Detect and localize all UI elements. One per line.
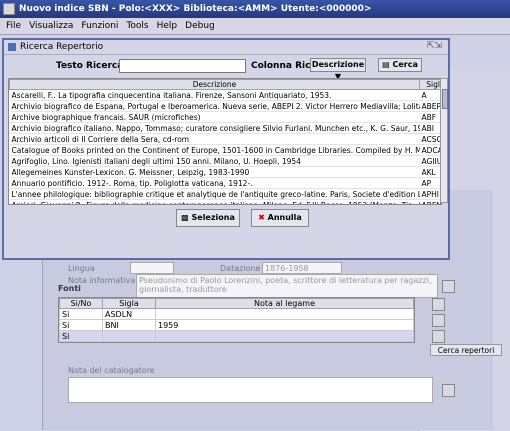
table-row[interactable]: L'annee philologique: bibliographie crit… [9, 188, 441, 200]
table-row[interactable]: Archivio biografico italiano. Nappo, Tom… [9, 122, 441, 134]
table-row[interactable]: Allegemeines Kunster-Lexicon. G. Meissne… [9, 166, 441, 178]
cell-descrizione[interactable]: Catalogue of Books printed on the Contin… [9, 144, 420, 156]
column-select[interactable]: Descrizione ▼ [310, 58, 366, 81]
fonti-table: Si/No Sigla Nota al legame Si ASDLN Si B… [58, 297, 415, 343]
ricerca-repertorio-dialog: Ricerca Repertorio ⇱⇲ Testo Ricerca Colo… [2, 38, 450, 260]
repertorio-table: Descrizione Sigla Ascarelli, F.. La tipo… [8, 78, 442, 205]
menu-debug[interactable]: Debug [185, 21, 215, 31]
scrollbar-thumb[interactable] [442, 89, 448, 109]
table-row[interactable]: Archivio biografico de Espana, Portugal … [9, 100, 441, 112]
search-input[interactable] [119, 59, 246, 73]
fonti-edit-button[interactable] [432, 298, 445, 311]
fonti-label: Fonti [58, 284, 81, 293]
cell-sigla[interactable]: ARFMI [419, 199, 441, 204]
datazione-label: Datazione [220, 264, 261, 273]
cell-descrizione[interactable]: Archive biographique francais. SAUR (mic… [9, 111, 420, 123]
nota-catalogatore-button[interactable] [442, 384, 455, 397]
seleziona-button[interactable]: ▩ Seleziona [176, 209, 240, 227]
nota-catalogatore-label: Nota del catalogatore [68, 366, 155, 375]
cell-sigla[interactable]: A [419, 89, 441, 101]
cell-descrizione[interactable]: Archivio biografico italiano. Nappo, Tom… [9, 122, 420, 134]
window-titlebar: Nuovo indice SBN - Polo:<XXX> Biblioteca… [0, 0, 510, 18]
cell-sigla[interactable]: AGIIU [419, 155, 441, 167]
menu-bar: File Visualizza Funzioni Tools Help Debu… [0, 18, 510, 35]
table-row[interactable]: Catalogue of Books printed on the Contin… [9, 144, 441, 156]
search-icon: ▤ [382, 60, 393, 69]
fonti-cell[interactable]: Si [59, 319, 103, 331]
dialog-buttons: ▩ Seleziona ✖ Annulla [4, 207, 452, 257]
fonti-cell[interactable]: Si [59, 308, 103, 320]
search-label: Testo Ricerca [56, 61, 124, 71]
menu-help[interactable]: Help [157, 21, 178, 31]
column-select-value: Descrizione [311, 60, 365, 69]
window-controls-icon[interactable]: ⇱⇲ [427, 41, 442, 51]
table-row[interactable]: Arcieri, Giovanni P.. Figure della medic… [9, 199, 441, 204]
lingua-label: Lingua [68, 264, 95, 273]
window-title: Nuovo indice SBN - Polo:<XXX> Biblioteca… [19, 4, 372, 14]
search-row: Testo Ricerca Colonna Ricerca Descrizion… [4, 55, 448, 81]
cell-sigla[interactable]: ABEPI [419, 100, 441, 112]
close-icon: ✖ [258, 213, 268, 222]
table-row[interactable]: Agrifoglio, Lino. Igienisti italiani deg… [9, 155, 441, 167]
datazione-field[interactable]: 1876-1958 [262, 262, 342, 274]
cell-descrizione[interactable]: Agrifoglio, Lino. Igienisti italiani deg… [9, 155, 420, 167]
lingua-select[interactable] [130, 262, 174, 274]
seleziona-label: Seleziona [191, 213, 235, 222]
menu-visualizza[interactable]: Visualizza [29, 21, 73, 31]
fonti-cell[interactable]: BNI [102, 319, 156, 331]
fonti-cell[interactable] [102, 330, 156, 342]
cerca-button[interactable]: ▤ Cerca [378, 58, 422, 72]
menu-funzioni[interactable]: Funzioni [81, 21, 118, 31]
annulla-label: Annulla [267, 213, 302, 222]
cell-sigla[interactable]: APHI [419, 188, 441, 200]
cell-sigla[interactable]: ABI [419, 122, 441, 134]
table-scrollbar[interactable] [440, 78, 448, 203]
cell-descrizione[interactable]: Ascarelli, F.. La tipografia cinquecenti… [9, 89, 420, 101]
cell-sigla[interactable]: AP [419, 177, 441, 189]
dialog-icon [8, 43, 16, 51]
dialog-title: Ricerca Repertorio [20, 42, 104, 52]
nota-informativa-field[interactable]: Pseudonimo di Paolo Lorenzini, poeta, sc… [136, 274, 438, 298]
menu-file[interactable]: File [6, 21, 21, 31]
cell-descrizione[interactable]: Allegemeines Kunster-Lexicon. G. Meissne… [9, 166, 420, 178]
fonti-header-sigla[interactable]: Sigla [102, 298, 156, 309]
fonti-header-sino[interactable]: Si/No [59, 298, 103, 309]
cell-sigla[interactable]: ACSCD [419, 133, 441, 145]
cell-descrizione[interactable]: L'annee philologique: bibliographie crit… [9, 188, 420, 200]
app-icon [3, 3, 15, 15]
cell-descrizione[interactable]: Annuario pontificio. 1912-. Roma, tip. P… [9, 177, 420, 189]
dialog-titlebar: Ricerca Repertorio ⇱⇲ [4, 40, 448, 55]
header-descrizione[interactable]: Descrizione [9, 79, 420, 90]
annulla-button[interactable]: ✖ Annulla [251, 209, 309, 227]
fonti-cell[interactable] [155, 308, 414, 320]
cerca-button-label: Cerca [392, 60, 418, 69]
table-row[interactable]: Ascarelli, F.. La tipografia cinquecenti… [9, 89, 441, 101]
fonti-header-nota[interactable]: Nota al legame [155, 298, 414, 309]
fonti-cell[interactable]: ASDLN [102, 308, 156, 320]
table-row[interactable]: Si BNI 1959 [59, 319, 414, 331]
fonti-add-button[interactable] [432, 314, 445, 327]
cell-descrizione[interactable]: Archivio biografico de Espana, Portugal … [9, 100, 420, 112]
cell-sigla[interactable]: ADCAM [419, 144, 441, 156]
table-row[interactable]: Archive biographique francais. SAUR (mic… [9, 111, 441, 123]
cerca-repertori-button[interactable]: Cerca repertori [430, 344, 502, 356]
nota-catalogatore-field[interactable] [68, 377, 433, 403]
fonti-delete-button[interactable] [432, 330, 445, 343]
cell-sigla[interactable]: ABF [419, 111, 441, 123]
table-row[interactable]: Si [59, 330, 414, 342]
table-row[interactable]: Annuario pontificio. 1912-. Roma, tip. P… [9, 177, 441, 189]
header-sigla[interactable]: Sigla [419, 79, 441, 90]
table-row[interactable]: Si ASDLN [59, 308, 414, 320]
cell-sigla[interactable]: AKL [419, 166, 441, 178]
nota-edit-button[interactable] [442, 280, 455, 293]
cell-descrizione[interactable]: Archivio articoli di Il Corriere della S… [9, 133, 420, 145]
fonti-cell[interactable]: 1959 [155, 319, 414, 331]
table-row[interactable]: Archivio articoli di Il Corriere della S… [9, 133, 441, 145]
fonti-cell[interactable]: Si [59, 330, 103, 342]
cell-descrizione[interactable]: Arcieri, Giovanni P.. Figure della medic… [9, 199, 420, 204]
fonti-cell[interactable] [155, 330, 414, 342]
menu-tools[interactable]: Tools [126, 21, 148, 31]
select-icon: ▩ [181, 213, 192, 222]
